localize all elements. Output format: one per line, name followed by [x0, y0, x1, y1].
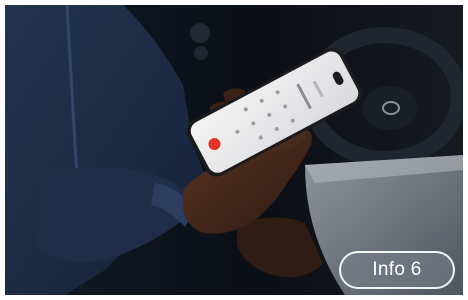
- info-badge[interactable]: Info 6: [339, 251, 455, 289]
- photo-frame: Info 6: [5, 5, 463, 295]
- info-badge-label: Info 6: [372, 259, 422, 280]
